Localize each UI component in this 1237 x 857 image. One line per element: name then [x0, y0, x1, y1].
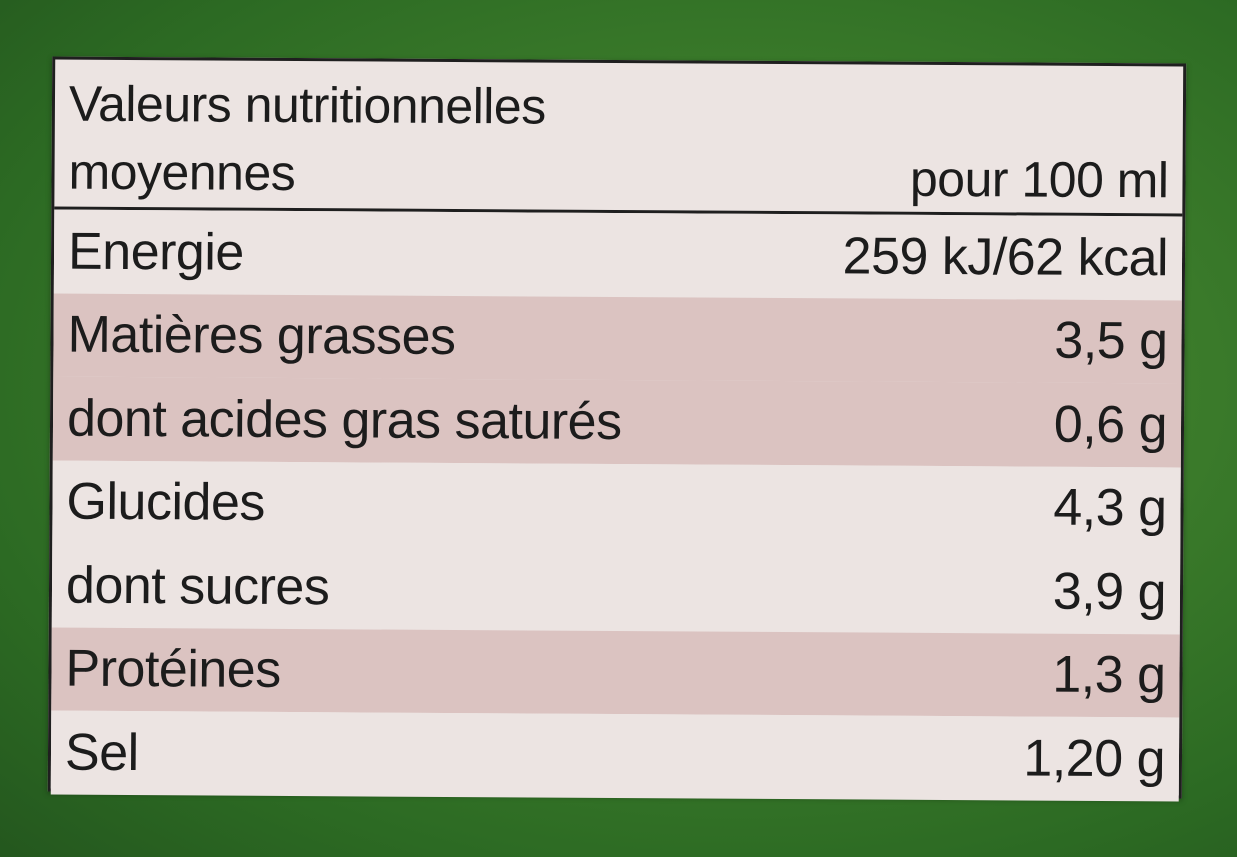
nutrient-value: 1,20 g: [1023, 729, 1166, 789]
nutrition-table-header: Valeurs nutritionnelles moyennes pour 10…: [54, 59, 1184, 217]
nutrient-row-proteines: Protéines 1,3 g: [51, 627, 1180, 718]
nutrition-label: Valeurs nutritionnelles moyennes pour 10…: [47, 56, 1187, 801]
nutrient-value: 1,3 g: [1052, 645, 1166, 705]
nutrient-row-energie: Energie 259 kJ/62 kcal: [53, 209, 1183, 300]
nutrient-value: 3,5 g: [1054, 311, 1168, 371]
nutrient-value: 0,6 g: [1053, 395, 1168, 455]
nutrient-name: dont sucres: [65, 556, 330, 616]
nutrition-rows: Energie 259 kJ/62 kcal Matières grasses …: [50, 209, 1183, 801]
unit-header: pour 100 ml: [909, 150, 1169, 209]
nutrient-name: Sel: [64, 723, 139, 782]
nutrient-row-sucres: dont sucres 3,9 g: [51, 543, 1181, 634]
nutrient-value: 259 kJ/62 kcal: [842, 227, 1169, 288]
nutrient-name: Protéines: [65, 639, 281, 700]
table-title-line1: Valeurs nutritionnelles: [68, 75, 546, 135]
nutrient-row-sel: Sel 1,20 g: [50, 710, 1180, 801]
nutrient-row-acides-gras-satures: dont acides gras saturés 0,6 g: [52, 376, 1182, 467]
nutrient-name: Matières grasses: [67, 305, 456, 367]
nutrient-value: 3,9 g: [1052, 562, 1167, 622]
nutrient-row-glucides: Glucides 4,3 g: [52, 460, 1181, 551]
nutrient-name: Glucides: [66, 472, 266, 533]
nutrient-row-matieres-grasses: Matières grasses 3,5 g: [53, 293, 1182, 384]
table-title-line2: moyennes: [68, 143, 296, 202]
nutrient-name: Energie: [67, 222, 244, 282]
nutrient-value: 4,3 g: [1053, 478, 1167, 538]
nutrient-name: dont acides gras saturés: [66, 389, 622, 451]
